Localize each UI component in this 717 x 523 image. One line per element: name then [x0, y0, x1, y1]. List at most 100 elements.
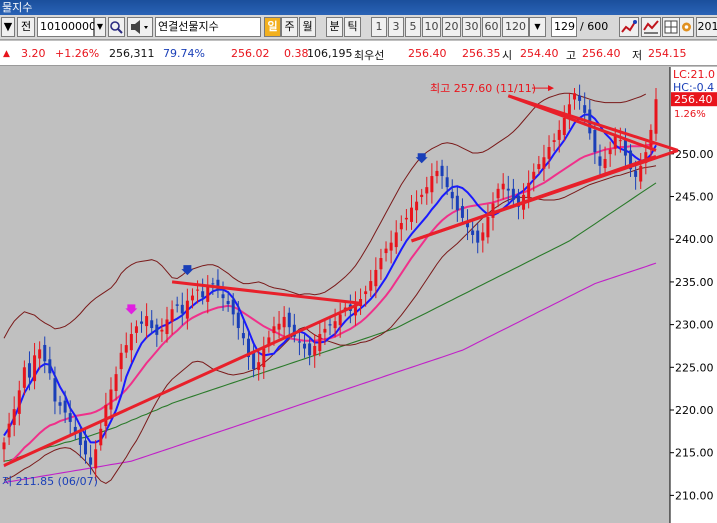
- candle-body: [501, 183, 505, 190]
- candle-body: [231, 299, 235, 315]
- candle-body: [511, 188, 515, 200]
- candle-body: [7, 423, 11, 438]
- best-label: 최우선: [354, 49, 385, 62]
- high-value: 256.40: [582, 47, 621, 60]
- bid-value: 256.40: [408, 47, 447, 60]
- interval-button-5[interactable]: 5: [405, 17, 421, 37]
- candle-body: [89, 457, 93, 465]
- candle-body: [333, 321, 337, 329]
- period-button-1[interactable]: 주: [281, 17, 298, 37]
- candlestick-chart[interactable]: 250.00 245.00 240.00 235.00 230.00 225.00 220.…: [0, 67, 717, 523]
- candle-body: [282, 316, 286, 328]
- candle-body: [109, 389, 113, 410]
- period-button-4[interactable]: 틱: [344, 17, 361, 37]
- candle-body: [593, 129, 597, 153]
- candle-body: [99, 428, 103, 446]
- candle-body: [450, 191, 454, 199]
- corner-label: HC:-0.4: [673, 81, 714, 94]
- candle-body: [542, 157, 546, 169]
- chart-window: 물지수 ▼ 전 10100000 ▼ 연결선물지수 일주월분틱 1 3 5 10 20 3…: [0, 0, 717, 523]
- candle-body: [27, 363, 31, 378]
- price-value: 256.02: [231, 47, 270, 60]
- candle-body: [58, 402, 62, 406]
- code-input[interactable]: 10100000: [37, 17, 96, 37]
- candle-body: [12, 409, 16, 425]
- interval-button-20[interactable]: 20: [442, 17, 461, 37]
- low-label: 저: [632, 49, 643, 62]
- price-chart-area[interactable]: 250.00 245.00 240.00 235.00 230.00 225.00 220.…: [0, 67, 717, 523]
- interval-button-120[interactable]: 120: [502, 17, 529, 37]
- candle-body: [201, 291, 205, 298]
- interval-button-10[interactable]: 10: [422, 17, 441, 37]
- candle-body: [318, 334, 322, 352]
- y-tick-label: 240.00: [675, 233, 714, 246]
- change-percent: +1.26%: [55, 47, 100, 60]
- candle-body: [43, 344, 47, 362]
- candle-body: [287, 312, 291, 328]
- candle-body: [262, 348, 266, 368]
- change-value: 3.20: [21, 47, 46, 60]
- candle-body: [598, 156, 602, 166]
- candle-body: [491, 203, 495, 218]
- indicator-icon[interactable]: [641, 17, 661, 37]
- period-button-2[interactable]: 월: [299, 17, 316, 37]
- candle-body: [364, 291, 368, 295]
- candle-body: [175, 304, 179, 306]
- low-value: 254.15: [648, 47, 687, 60]
- y-tick-label: 225.00: [675, 361, 714, 374]
- chart-settings-icon[interactable]: [619, 17, 639, 37]
- count-input[interactable]: 129: [551, 17, 577, 37]
- candle-body: [185, 300, 189, 319]
- interval-dropdown-button[interactable]: ▼: [529, 17, 546, 37]
- candle-body: [460, 206, 464, 218]
- candle-body: [532, 171, 536, 179]
- menu-dropdown-button[interactable]: ▼: [1, 17, 15, 37]
- candle-body: [2, 442, 6, 450]
- candle-body: [613, 135, 617, 149]
- candle-body: [206, 286, 210, 302]
- interval-button-60[interactable]: 60: [482, 17, 501, 37]
- candle-body: [114, 374, 118, 392]
- period-button-3[interactable]: 분: [326, 17, 343, 37]
- interval-button-3[interactable]: 3: [388, 17, 404, 37]
- interval-button-30[interactable]: 30: [462, 17, 481, 37]
- candle-body: [547, 147, 551, 159]
- candle-body: [119, 352, 123, 370]
- candle-body: [63, 400, 67, 413]
- candle-body: [583, 105, 587, 113]
- candle-body: [170, 309, 174, 322]
- volume-ratio: 79.74%: [163, 47, 205, 60]
- candle-body: [603, 158, 607, 169]
- tab-all[interactable]: 전: [17, 17, 35, 37]
- grid-icon[interactable]: [662, 17, 680, 37]
- period-button-0[interactable]: 일: [264, 17, 281, 37]
- gear-icon[interactable]: [679, 17, 694, 37]
- open-value: 254.40: [520, 47, 559, 60]
- code-dropdown-button[interactable]: ▼: [94, 17, 106, 37]
- y-tick-label: 245.00: [675, 191, 714, 204]
- y-tick-label: 215.00: [675, 447, 714, 460]
- candle-body: [277, 323, 281, 330]
- instrument-name-field[interactable]: 연결선물지수: [155, 17, 261, 37]
- speaker-icon[interactable]: [127, 17, 153, 37]
- candle-body: [17, 390, 21, 414]
- candle-body: [155, 324, 159, 335]
- candle-body: [272, 326, 276, 334]
- down-triangle-icon: ▲: [3, 49, 10, 59]
- window-title: 물지수: [0, 0, 717, 15]
- candle-body: [639, 165, 643, 182]
- volume-value: 256,311: [109, 47, 155, 60]
- candle-body: [221, 294, 225, 299]
- search-icon[interactable]: [108, 17, 125, 37]
- candle-body: [328, 324, 332, 326]
- open-interest-value: 106,195: [307, 47, 353, 60]
- interval-button-1[interactable]: 1: [371, 17, 387, 37]
- candle-body: [486, 217, 490, 238]
- candle-body: [190, 295, 194, 301]
- corner-label: LC:21.0: [673, 68, 715, 81]
- candle-body: [308, 343, 312, 356]
- candle-body: [129, 334, 133, 351]
- candle-body: [297, 341, 301, 343]
- candle-body: [53, 378, 57, 402]
- candle-body: [634, 170, 638, 177]
